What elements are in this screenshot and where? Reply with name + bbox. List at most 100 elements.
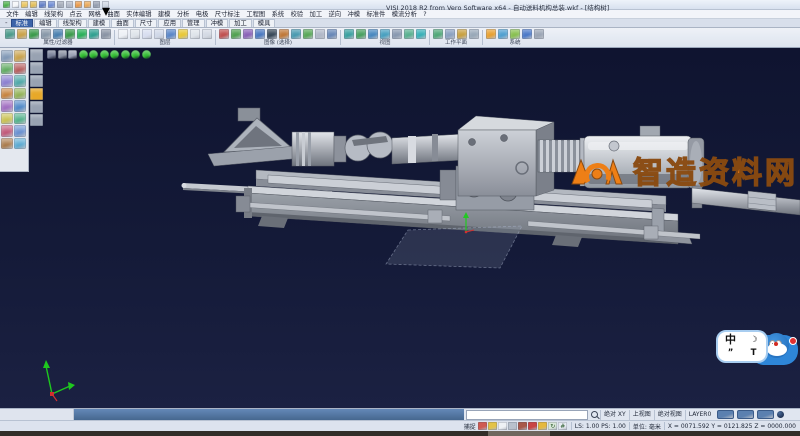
settings-icon[interactable] <box>486 29 496 39</box>
midpoint-osnap-icon[interactable] <box>89 50 98 59</box>
tab-die[interactable]: 冲模 <box>206 19 229 28</box>
intersection-snap-icon[interactable] <box>498 422 507 430</box>
line-tool-icon[interactable] <box>14 113 26 125</box>
ime-fullwidth-toggle-icon[interactable]: ☽ <box>750 336 758 345</box>
intersection-osnap-icon[interactable] <box>121 50 130 59</box>
layer-manager-button[interactable] <box>30 88 43 100</box>
command-input[interactable] <box>466 410 588 420</box>
midpoint-snap-icon[interactable] <box>488 422 497 430</box>
menu-die[interactable]: 冲模 <box>344 10 363 19</box>
render-settings-button[interactable] <box>30 101 43 113</box>
menu-file[interactable]: 文件 <box>3 10 22 19</box>
layer-on-icon[interactable] <box>142 29 152 39</box>
view-reference[interactable]: 绝对视图 <box>654 410 685 420</box>
3d-model-canvas[interactable] <box>0 48 800 408</box>
previous-view-icon[interactable] <box>327 29 337 39</box>
menu-solid-edit[interactable]: 实体编辑 <box>123 10 155 19</box>
named-view-icon[interactable] <box>416 29 426 39</box>
app-icon[interactable] <box>3 1 10 8</box>
toolbar-options-icon[interactable]: ▾ <box>102 1 109 8</box>
workplane-reset-icon[interactable] <box>469 29 479 39</box>
section-view-button[interactable] <box>30 75 43 87</box>
open-folder-icon[interactable] <box>21 1 28 8</box>
tab-mold[interactable]: 模具 <box>253 19 276 28</box>
hidden-line-icon[interactable] <box>243 29 253 39</box>
open-recent-icon[interactable] <box>30 1 37 8</box>
select-mode-icon[interactable] <box>47 50 56 59</box>
layer-filter-icon[interactable] <box>41 29 51 39</box>
menu-machining[interactable]: 加工 <box>306 10 325 19</box>
endpoint-osnap-icon[interactable] <box>79 50 88 59</box>
view-cube-button[interactable] <box>30 49 43 61</box>
ime-toolbar[interactable]: 中 ☽ ” T <box>716 328 798 370</box>
coordinate-mode[interactable]: 绝对 XY <box>600 410 629 420</box>
workplane-swatch-2[interactable] <box>737 410 754 419</box>
layer-color-icon[interactable] <box>178 29 188 39</box>
menu-pointcloud[interactable]: 点云 <box>66 10 85 19</box>
taskbar-active-app[interactable] <box>488 431 550 436</box>
database-icon[interactable] <box>498 29 508 39</box>
rotate-tool-icon[interactable] <box>1 88 13 100</box>
menu-system[interactable]: 系统 <box>268 10 287 19</box>
workplane-swatch-1[interactable] <box>717 410 734 419</box>
arc-tool-icon[interactable] <box>1 125 13 137</box>
profile-view-button[interactable] <box>30 62 43 74</box>
tab-manage[interactable]: 管理 <box>182 19 205 28</box>
help-icon[interactable] <box>93 1 100 8</box>
view-sphere-icon[interactable] <box>777 411 784 418</box>
front-view-icon[interactable] <box>368 29 378 39</box>
tab-surface[interactable]: 曲面 <box>111 19 134 28</box>
tab-edit[interactable]: 编辑 <box>34 19 57 28</box>
highlight-filter-icon[interactable] <box>89 29 99 39</box>
pan-view-icon[interactable] <box>315 29 325 39</box>
zoom-fit-icon[interactable] <box>303 29 313 39</box>
menu-verify[interactable]: 校验 <box>287 10 306 19</box>
center-osnap-icon[interactable] <box>100 50 109 59</box>
window-select-tool-icon[interactable] <box>14 50 26 62</box>
quadrant-snap-icon[interactable] <box>518 422 527 430</box>
endpoint-snap-icon[interactable] <box>478 422 487 430</box>
bottom-view-icon[interactable] <box>404 29 414 39</box>
ime-red-button[interactable] <box>789 337 797 345</box>
menu-analysis[interactable]: 分析 <box>174 10 193 19</box>
ime-punctuation-toggle-icon[interactable]: ” <box>728 349 734 358</box>
display-options-button[interactable] <box>30 114 43 126</box>
system-help-icon[interactable] <box>534 29 544 39</box>
units-value[interactable]: 毫米 <box>649 422 661 431</box>
side-view-icon[interactable] <box>380 29 390 39</box>
tab-machining[interactable]: 加工 <box>229 19 252 28</box>
visibility-filter-icon[interactable] <box>77 29 87 39</box>
tripod-bracket[interactable] <box>208 108 302 166</box>
zoom-window-icon[interactable] <box>291 29 301 39</box>
coupling-assembly[interactable] <box>292 132 464 166</box>
layer-settings-icon[interactable] <box>202 29 212 39</box>
shade-mode-icon[interactable] <box>219 29 229 39</box>
wireframe-mode-icon[interactable] <box>231 29 241 39</box>
search-icon[interactable] <box>591 411 598 418</box>
undo-icon[interactable] <box>75 1 82 8</box>
tab-dimension[interactable]: 尺寸 <box>135 19 158 28</box>
attribute-paint-icon[interactable] <box>17 29 27 39</box>
menu-electrode[interactable]: 电极 <box>193 10 212 19</box>
menu-modeling[interactable]: 建模 <box>155 10 174 19</box>
iso-view-icon[interactable] <box>344 29 354 39</box>
circle-tool-icon[interactable] <box>14 125 26 137</box>
tab-application[interactable]: 应用 <box>158 19 181 28</box>
new-layer-icon[interactable] <box>118 29 128 39</box>
menu-reverse[interactable]: 逆向 <box>325 10 344 19</box>
menu-standard-parts[interactable]: 标准件 <box>363 10 388 19</box>
3d-viewport[interactable]: 智造资料网 中 ☽ ” T <box>0 48 800 408</box>
menu-dimension[interactable]: 尺寸标注 <box>212 10 244 19</box>
calculator-icon[interactable] <box>510 29 520 39</box>
entity-filter-icon[interactable] <box>65 29 75 39</box>
workplane-xy-icon[interactable] <box>433 29 443 39</box>
fillet-tool-icon[interactable] <box>1 138 13 150</box>
current-layer-icon[interactable] <box>166 29 176 39</box>
redo-icon[interactable] <box>84 1 91 8</box>
text-tool-icon[interactable] <box>14 138 26 150</box>
measure-tool-icon[interactable] <box>14 100 26 112</box>
copy-tool-icon[interactable] <box>14 75 26 87</box>
grid-icon[interactable]: # <box>558 422 567 430</box>
ime-language-toggle[interactable]: 中 <box>725 335 736 345</box>
layer-list-icon[interactable] <box>130 29 140 39</box>
